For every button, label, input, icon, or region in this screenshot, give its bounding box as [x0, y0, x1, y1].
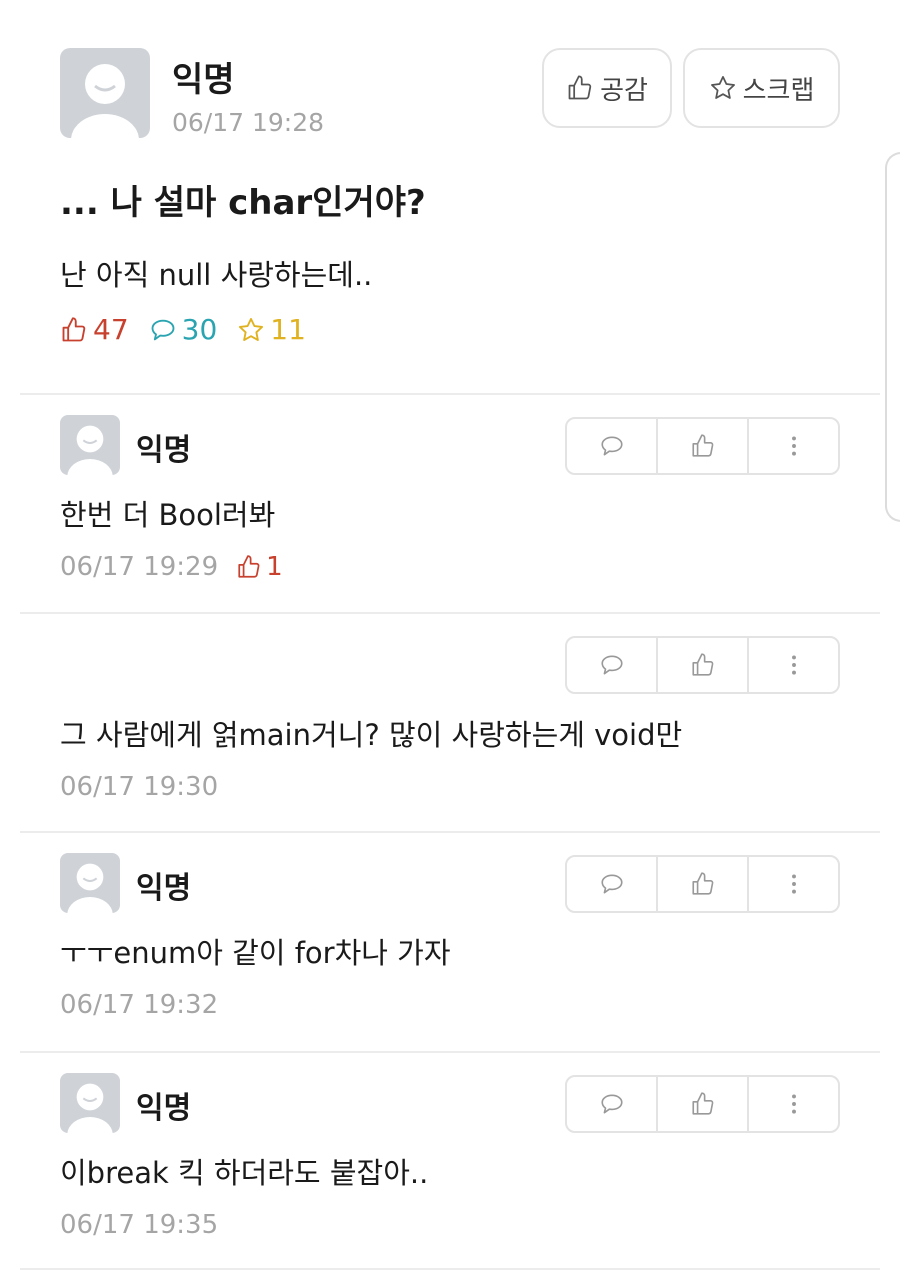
thumbs-up-icon: [691, 1092, 713, 1115]
comment-text: 이break 킥 하더라도 붙잡아..: [60, 1156, 429, 1190]
star-icon: [710, 76, 735, 99]
post-author: 익명: [172, 60, 235, 100]
speech-bubble-icon: [600, 436, 623, 456]
speech-bubble-icon: [600, 1094, 623, 1114]
thumbs-up-icon: [62, 316, 86, 341]
post: 익명 06/17 19:28 공감 스크랩 ... 나 설마 char인거야? …: [0, 0, 900, 395]
avatar-icon: [67, 863, 113, 913]
post-time: 06/17 19:28: [172, 108, 325, 137]
reply-button[interactable]: [567, 857, 656, 911]
thumbs-up-icon: [691, 653, 713, 676]
comment-like-button[interactable]: [656, 419, 747, 473]
comment-like-count: 1: [236, 552, 283, 582]
comment-actions: [565, 417, 840, 475]
comment-author: 익명: [136, 433, 192, 468]
star-icon: [239, 317, 264, 341]
comment-like-button[interactable]: [656, 857, 747, 911]
comment: 익명 이break 킥 하더라도 붙잡아.. 06/17 19:35: [0, 1053, 900, 1273]
avatar-icon: [67, 425, 113, 475]
like-count: 47: [60, 313, 129, 346]
comment-time: 06/17 19:30: [60, 772, 219, 802]
comment-author: 익명: [136, 1091, 192, 1126]
scrap-count-value: 11: [270, 313, 306, 346]
comment-text: 그 사람에게 얽main거니? 많이 사랑하는게 void만: [60, 718, 683, 752]
comment-like-button[interactable]: [656, 1077, 747, 1131]
more-options-button[interactable]: [747, 857, 838, 911]
more-dots-icon: [791, 655, 796, 675]
more-dots-icon: [791, 874, 796, 894]
comment-text: ㅜㅜenum아 같이 for차나 가자: [60, 936, 451, 970]
comment-count-value: 30: [181, 313, 218, 346]
more-options-button[interactable]: [747, 419, 838, 473]
avatar-icon: [71, 64, 139, 138]
comment-time: 06/17 19:35: [60, 1210, 219, 1240]
avatar-icon: [67, 1083, 113, 1133]
comment-time: 06/17 19:29: [60, 552, 219, 582]
comment-meta: 06/17 19:29 1: [60, 552, 283, 582]
speech-bubble-icon: [600, 655, 623, 675]
post-stats: 47 30 11: [60, 313, 326, 346]
thumbs-up-icon: [691, 434, 713, 457]
reply-button[interactable]: [567, 419, 656, 473]
more-dots-icon: [791, 436, 796, 456]
like-button[interactable]: 공감: [542, 48, 672, 128]
post-title: ... 나 설마 char인거야?: [60, 183, 426, 223]
more-dots-icon: [791, 1094, 796, 1114]
comment-author: 익명: [136, 871, 192, 906]
divider: [20, 1268, 880, 1270]
scroll-edge-handle[interactable]: [885, 152, 900, 522]
like-button-label: 공감: [600, 75, 648, 106]
comment-time: 06/17 19:32: [60, 990, 219, 1020]
more-options-button[interactable]: [747, 1077, 838, 1131]
thumbs-up-icon: [238, 555, 260, 578]
speech-bubble-icon: [600, 874, 623, 894]
comment: 익명 한번 더 Bool러봐 06/17 19:29 1: [0, 395, 900, 615]
post-body: 난 아직 null 사랑하는데..: [60, 258, 373, 292]
comment-meta: 06/17 19:35: [60, 1210, 218, 1240]
comment-actions: [565, 636, 840, 694]
reply-button[interactable]: [567, 1077, 656, 1131]
speech-bubble-icon: [151, 319, 175, 340]
comment-author-avatar[interactable]: [60, 853, 120, 913]
post-author-avatar[interactable]: [60, 48, 150, 138]
comment-count: 30: [149, 313, 218, 346]
thumbs-up-icon: [691, 872, 713, 895]
scrap-button-label: 스크랩: [742, 75, 815, 106]
comment-text: 한번 더 Bool러봐: [60, 498, 276, 532]
comment-actions: [565, 855, 840, 913]
reply-button[interactable]: [567, 638, 656, 692]
comment-author-avatar[interactable]: [60, 1073, 120, 1133]
comment-like-button[interactable]: [656, 638, 747, 692]
scrap-count: 11: [237, 313, 306, 346]
comment-author-avatar[interactable]: [60, 415, 120, 475]
thumbs-up-icon: [568, 75, 592, 100]
comment-meta: 06/17 19:32: [60, 990, 218, 1020]
comment-reply: 그 사람에게 얽main거니? 많이 사랑하는게 void만 06/17 19:…: [0, 614, 900, 834]
comment-meta: 06/17 19:30: [60, 772, 218, 802]
like-count-value: 47: [93, 313, 129, 346]
comment-like-count-value: 1: [266, 552, 283, 582]
more-options-button[interactable]: [747, 638, 838, 692]
comment: 익명 ㅜㅜenum아 같이 for차나 가자 06/17 19:32: [0, 833, 900, 1053]
comment-actions: [565, 1075, 840, 1133]
scrap-button[interactable]: 스크랩: [683, 48, 840, 128]
